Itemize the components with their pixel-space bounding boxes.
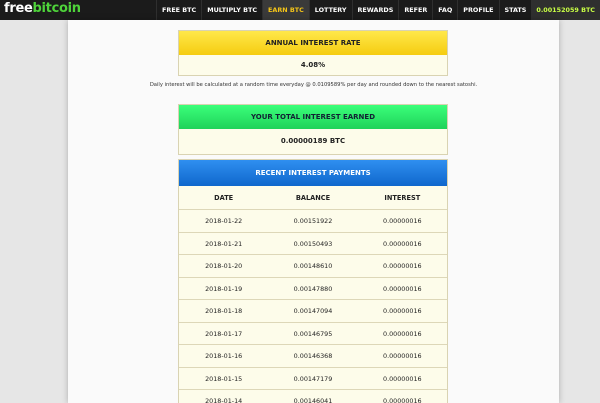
row-balance: 0.00151922: [293, 217, 333, 225]
table-row: 2018-01-14 0.00146041 0.00000016: [179, 390, 447, 403]
row-date: 2018-01-14: [205, 397, 243, 403]
table-header-row: DATE BALANCE INTEREST: [179, 186, 447, 210]
row-balance: 0.00146041: [293, 397, 333, 403]
row-date: 2018-01-17: [205, 329, 243, 338]
interest-rate-card: ANNUAL INTEREST RATE 4.08%: [178, 30, 448, 76]
row-date: 2018-01-15: [205, 374, 243, 383]
column-header-date: DATE: [214, 194, 234, 202]
table-row: 2018-01-22 0.00151922 0.00000016: [179, 210, 447, 233]
column-header-interest: INTEREST: [384, 194, 421, 202]
interest-rate-title: ANNUAL INTEREST RATE: [179, 31, 447, 55]
row-date: 2018-01-20: [205, 262, 243, 270]
nav-earn-btc[interactable]: EARN BTC: [262, 0, 309, 20]
table-row: 2018-01-15 0.00147179 0.00000016: [179, 368, 447, 390]
row-date: 2018-01-16: [205, 352, 243, 360]
recent-payments-title: RECENT INTEREST PAYMENTS: [179, 160, 447, 186]
main-nav: FREE BTC MULTIPLY BTC EARN BTC LOTTERY R…: [156, 0, 600, 20]
table-row: 2018-01-16 0.00146368 0.00000016: [179, 345, 447, 368]
table-row: 2018-01-21 0.00150493 0.00000016: [179, 233, 447, 255]
nav-rewards[interactable]: REWARDS: [351, 0, 399, 20]
table-row: 2018-01-17 0.00146795 0.00000016: [179, 323, 447, 345]
row-interest: 0.00000016: [383, 262, 422, 270]
nav-faq[interactable]: FAQ: [432, 0, 457, 20]
row-date: 2018-01-22: [205, 217, 243, 225]
table-row: 2018-01-18 0.00147094 0.00000016: [179, 300, 447, 323]
logo-text-bitcoin: bitcoin: [32, 1, 82, 16]
recent-payments-table: RECENT INTEREST PAYMENTS DATE BALANCE IN…: [178, 159, 448, 403]
interest-note: Daily interest will be calculated at a r…: [149, 82, 478, 88]
nav-profile[interactable]: PROFILE: [457, 0, 498, 20]
freebitcoin-logo[interactable]: freebitcoin: [4, 1, 81, 16]
row-balance: 0.00150493: [293, 239, 333, 248]
row-interest: 0.00000016: [383, 329, 422, 338]
row-balance: 0.00147094: [293, 307, 333, 315]
row-interest: 0.00000016: [383, 397, 422, 403]
account-balance: 0.00152059 BTC: [531, 0, 600, 20]
row-interest: 0.00000016: [383, 217, 422, 225]
row-interest: 0.00000016: [383, 374, 422, 383]
row-interest: 0.00000016: [383, 239, 422, 248]
nav-refer[interactable]: REFER: [398, 0, 432, 20]
row-balance: 0.00148610: [293, 262, 333, 270]
nav-lottery[interactable]: LOTTERY: [308, 0, 352, 20]
row-balance: 0.00147179: [293, 374, 333, 383]
row-interest: 0.00000016: [383, 352, 422, 360]
table-row: 2018-01-19 0.00147880 0.00000016: [179, 278, 447, 300]
total-interest-value: 0.00000189 BTC: [280, 137, 346, 145]
total-interest-card: YOUR TOTAL INTEREST EARNED 0.00000189 BT…: [178, 104, 448, 155]
nav-free-btc[interactable]: FREE BTC: [156, 0, 201, 20]
column-header-balance: BALANCE: [295, 194, 331, 202]
nav-multiply-btc[interactable]: MULTIPLY BTC: [201, 0, 262, 20]
row-interest: 0.00000016: [383, 284, 422, 293]
earn-btc-page: ANNUAL INTEREST RATE 4.08% Daily interes…: [68, 20, 559, 403]
logo-text-free: free: [4, 1, 33, 16]
total-interest-title: YOUR TOTAL INTEREST EARNED: [179, 105, 447, 129]
row-interest: 0.00000016: [383, 307, 422, 315]
top-navigation-bar: freebitcoin FREE BTC MULTIPLY BTC EARN B…: [0, 0, 600, 20]
row-date: 2018-01-21: [205, 239, 243, 248]
row-date: 2018-01-19: [205, 284, 243, 293]
row-balance: 0.00147880: [293, 284, 333, 293]
interest-rate-value: 4.08%: [300, 61, 326, 69]
row-balance: 0.00146795: [293, 329, 333, 338]
row-balance: 0.00146368: [293, 352, 333, 360]
nav-stats[interactable]: STATS: [498, 0, 532, 20]
table-row: 2018-01-20 0.00148610 0.00000016: [179, 255, 447, 278]
row-date: 2018-01-18: [205, 307, 243, 315]
